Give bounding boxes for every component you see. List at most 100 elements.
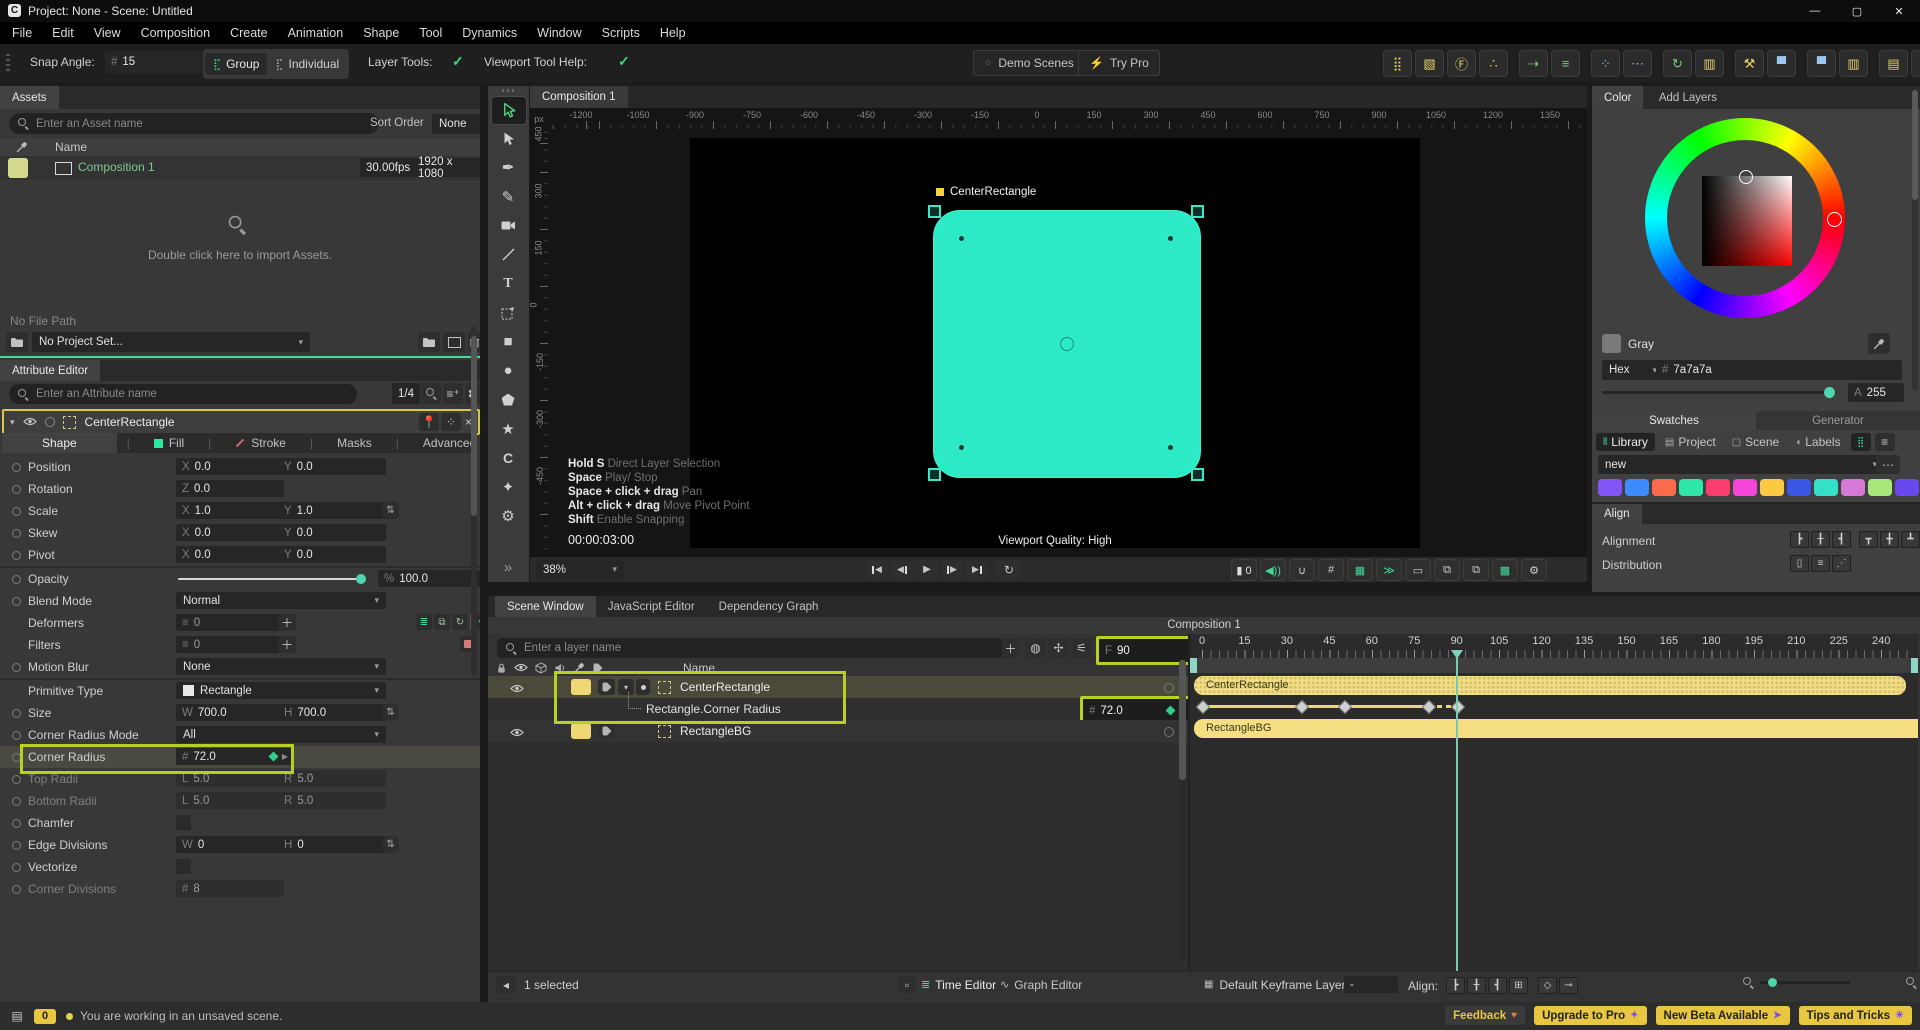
attribute-scrollbar[interactable] <box>471 326 477 676</box>
tool-rectangle[interactable]: ■ <box>491 328 525 355</box>
attribute-row-opacity[interactable]: Opacity % 100.0 <box>0 566 480 590</box>
demo-scenes-button[interactable]: ⁘ Demo Scenes <box>973 50 1085 76</box>
keyframe-circle[interactable] <box>12 597 21 606</box>
open-folder-button[interactable] <box>418 332 440 352</box>
attribute-row-scale[interactable]: Scale X 1.0 Y 1.0 ⇅ <box>0 500 480 522</box>
list-view-button[interactable]: ≡ <box>1874 433 1895 451</box>
value-field[interactable]: H0 <box>278 836 386 853</box>
individual-button[interactable]: ⣏ Individual <box>267 53 347 75</box>
magnet-icon[interactable]: ∪ <box>1289 559 1315 581</box>
attribute-row-corner-radius-mode[interactable]: Corner Radius Mode All ▾ <box>0 724 480 746</box>
maximize-button[interactable]: ▢ <box>1836 0 1878 22</box>
attribute-select[interactable]: All ▾ <box>176 726 386 743</box>
menu-help[interactable]: Help <box>650 26 696 40</box>
tool-more[interactable]: » <box>491 554 525 581</box>
align-top-button[interactable]: ┳ <box>1859 531 1878 548</box>
keyframe-circle[interactable] <box>12 819 21 828</box>
asset-name[interactable]: Composition 1 <box>78 160 155 174</box>
keyframe-circle[interactable] <box>12 463 21 472</box>
viewport-tool-help-check-icon[interactable]: ✓ <box>618 53 630 70</box>
tool-text[interactable]: T <box>491 270 525 297</box>
kf-align-right-button[interactable]: ┫ <box>1488 977 1507 994</box>
project-button[interactable]: ▤ Project <box>1659 433 1722 451</box>
swatch-a8e87a[interactable] <box>1868 479 1892 496</box>
viewport-settings-icon[interactable]: ⚙ <box>1521 559 1547 581</box>
try-pro-button[interactable]: ⚡ Try Pro <box>1078 50 1160 76</box>
current-color-swatch[interactable] <box>1602 334 1621 353</box>
sort-order-select[interactable]: None▾ <box>432 114 480 134</box>
attribute-row-vectorize[interactable]: Vectorize <box>0 856 480 878</box>
corner-handle-br[interactable] <box>1191 468 1204 481</box>
solo-circle-icon[interactable] <box>44 417 55 427</box>
swatch-3d8bfd[interactable] <box>1625 479 1649 496</box>
asset-row-composition[interactable]: Composition 1 30.00fps 1920 x 1080 <box>0 156 480 180</box>
tool-select[interactable] <box>491 96 527 125</box>
checkbox[interactable] <box>176 815 191 830</box>
tab-color[interactable]: Color <box>1592 86 1644 109</box>
pin-button[interactable]: 📍 <box>418 413 439 431</box>
pivot-icon[interactable] <box>1060 337 1074 351</box>
align-top-all-icon[interactable]: ▀ <box>1807 50 1836 77</box>
keyframe-90[interactable] <box>1450 699 1465 715</box>
attribute-row-skew[interactable]: Skew X 0.0 Y 0.0 <box>0 522 480 544</box>
swatch-fd6a4c[interactable] <box>1652 479 1676 496</box>
add-layer-button[interactable]: ＋ <box>1002 638 1019 658</box>
layer-bar-centerrectangle[interactable]: CenterRectangle <box>1194 676 1906 695</box>
tab-align[interactable]: Align <box>1592 504 1642 524</box>
add-item-button[interactable]: ＋ <box>278 614 296 631</box>
value-field[interactable]: R 5.0 <box>278 792 386 809</box>
layer-name[interactable]: CenterRectangle <box>680 680 770 694</box>
menu-composition[interactable]: Composition <box>131 26 220 40</box>
value-field[interactable]: L 5.0 <box>176 792 284 809</box>
alpha-slider-knob[interactable] <box>1824 387 1835 398</box>
tab-generator[interactable]: Generator <box>1756 411 1920 430</box>
keyframe-diamond-icon[interactable] <box>268 751 279 762</box>
layer-tools-check-icon[interactable]: ✓ <box>452 53 464 70</box>
swatch-3a57e8[interactable] <box>1787 479 1811 496</box>
swatch-set-select[interactable]: new ▾ <box>1598 455 1884 474</box>
align-stack-icon[interactable]: ≡ <box>1551 50 1580 77</box>
value-field[interactable]: X 0.0 <box>176 524 284 541</box>
toolstrip-drag-handle[interactable] <box>502 89 514 92</box>
swatch-2ee6a8[interactable] <box>1679 479 1703 496</box>
timeline-zoom-slider[interactable] <box>1760 978 1850 987</box>
swatch-6a48f0[interactable] <box>1895 479 1919 496</box>
attribute-select[interactable]: Normal ▾ <box>176 592 386 609</box>
eye-icon[interactable] <box>510 726 524 740</box>
link-toggle[interactable]: ⇅ <box>382 836 399 853</box>
attribute-row-top-radii[interactable]: Top Radii L 5.0 R 5.0 <box>0 768 480 790</box>
tool-ellipse[interactable]: ● <box>491 357 525 384</box>
swatch-fb3d6e[interactable] <box>1706 479 1730 496</box>
radius-handle-br[interactable] <box>1167 444 1174 451</box>
ae-tab-stroke[interactable]: Stroke <box>221 433 300 453</box>
opacity-slider[interactable] <box>178 578 364 580</box>
layer-row-rectanglebg[interactable]: RectangleBG <box>488 720 1188 742</box>
tab-assets[interactable]: Assets <box>0 86 59 109</box>
attribute-row-size[interactable]: Size W 700.0 H 700.0 ⇅ <box>0 702 480 724</box>
sv-selector[interactable] <box>1739 170 1753 184</box>
attribute-row-edge-divisions[interactable]: Edge Divisions W 0 H 0 ⇅ <box>0 834 480 856</box>
color-wheel[interactable] <box>1645 118 1845 318</box>
value-field[interactable]: Y 0.0 <box>278 458 386 475</box>
center-rectangle-shape[interactable] <box>928 205 1204 481</box>
align-top-first-icon[interactable]: ▀ <box>1767 50 1796 77</box>
tool-transform[interactable] <box>491 299 525 326</box>
attribute-row-rotation[interactable]: Rotation Z 0.0 <box>0 478 480 500</box>
tool-camera[interactable] <box>491 212 525 239</box>
checker-icon[interactable]: ▩ <box>1492 559 1518 581</box>
swatch-fbc942[interactable] <box>1760 479 1784 496</box>
tool-star[interactable]: ★ <box>491 415 525 442</box>
kf-align-left-button[interactable]: ┣ <box>1446 977 1465 994</box>
link-toggle[interactable]: ⇅ <box>382 502 399 519</box>
value-field[interactable]: Y 1.0 <box>278 502 386 519</box>
swatch-more-button[interactable]: ⋯ <box>1876 455 1900 474</box>
zoom-out-icon[interactable] <box>1743 977 1754 988</box>
labels-button[interactable]: ◖ Labels <box>1789 433 1846 451</box>
tab-add-layers[interactable]: Add Layers <box>1647 86 1729 109</box>
attribute-select[interactable]: None ▾ <box>176 658 386 675</box>
onion-skin-button[interactable]: ◍ <box>1025 638 1046 658</box>
value-field[interactable]: L 5.0 <box>176 770 284 787</box>
value-field[interactable]: Y 0.0 <box>278 524 386 541</box>
attribute-row-blend-mode[interactable]: Blend Mode Normal ▾ <box>0 590 480 612</box>
radius-handle-tl[interactable] <box>958 235 965 242</box>
